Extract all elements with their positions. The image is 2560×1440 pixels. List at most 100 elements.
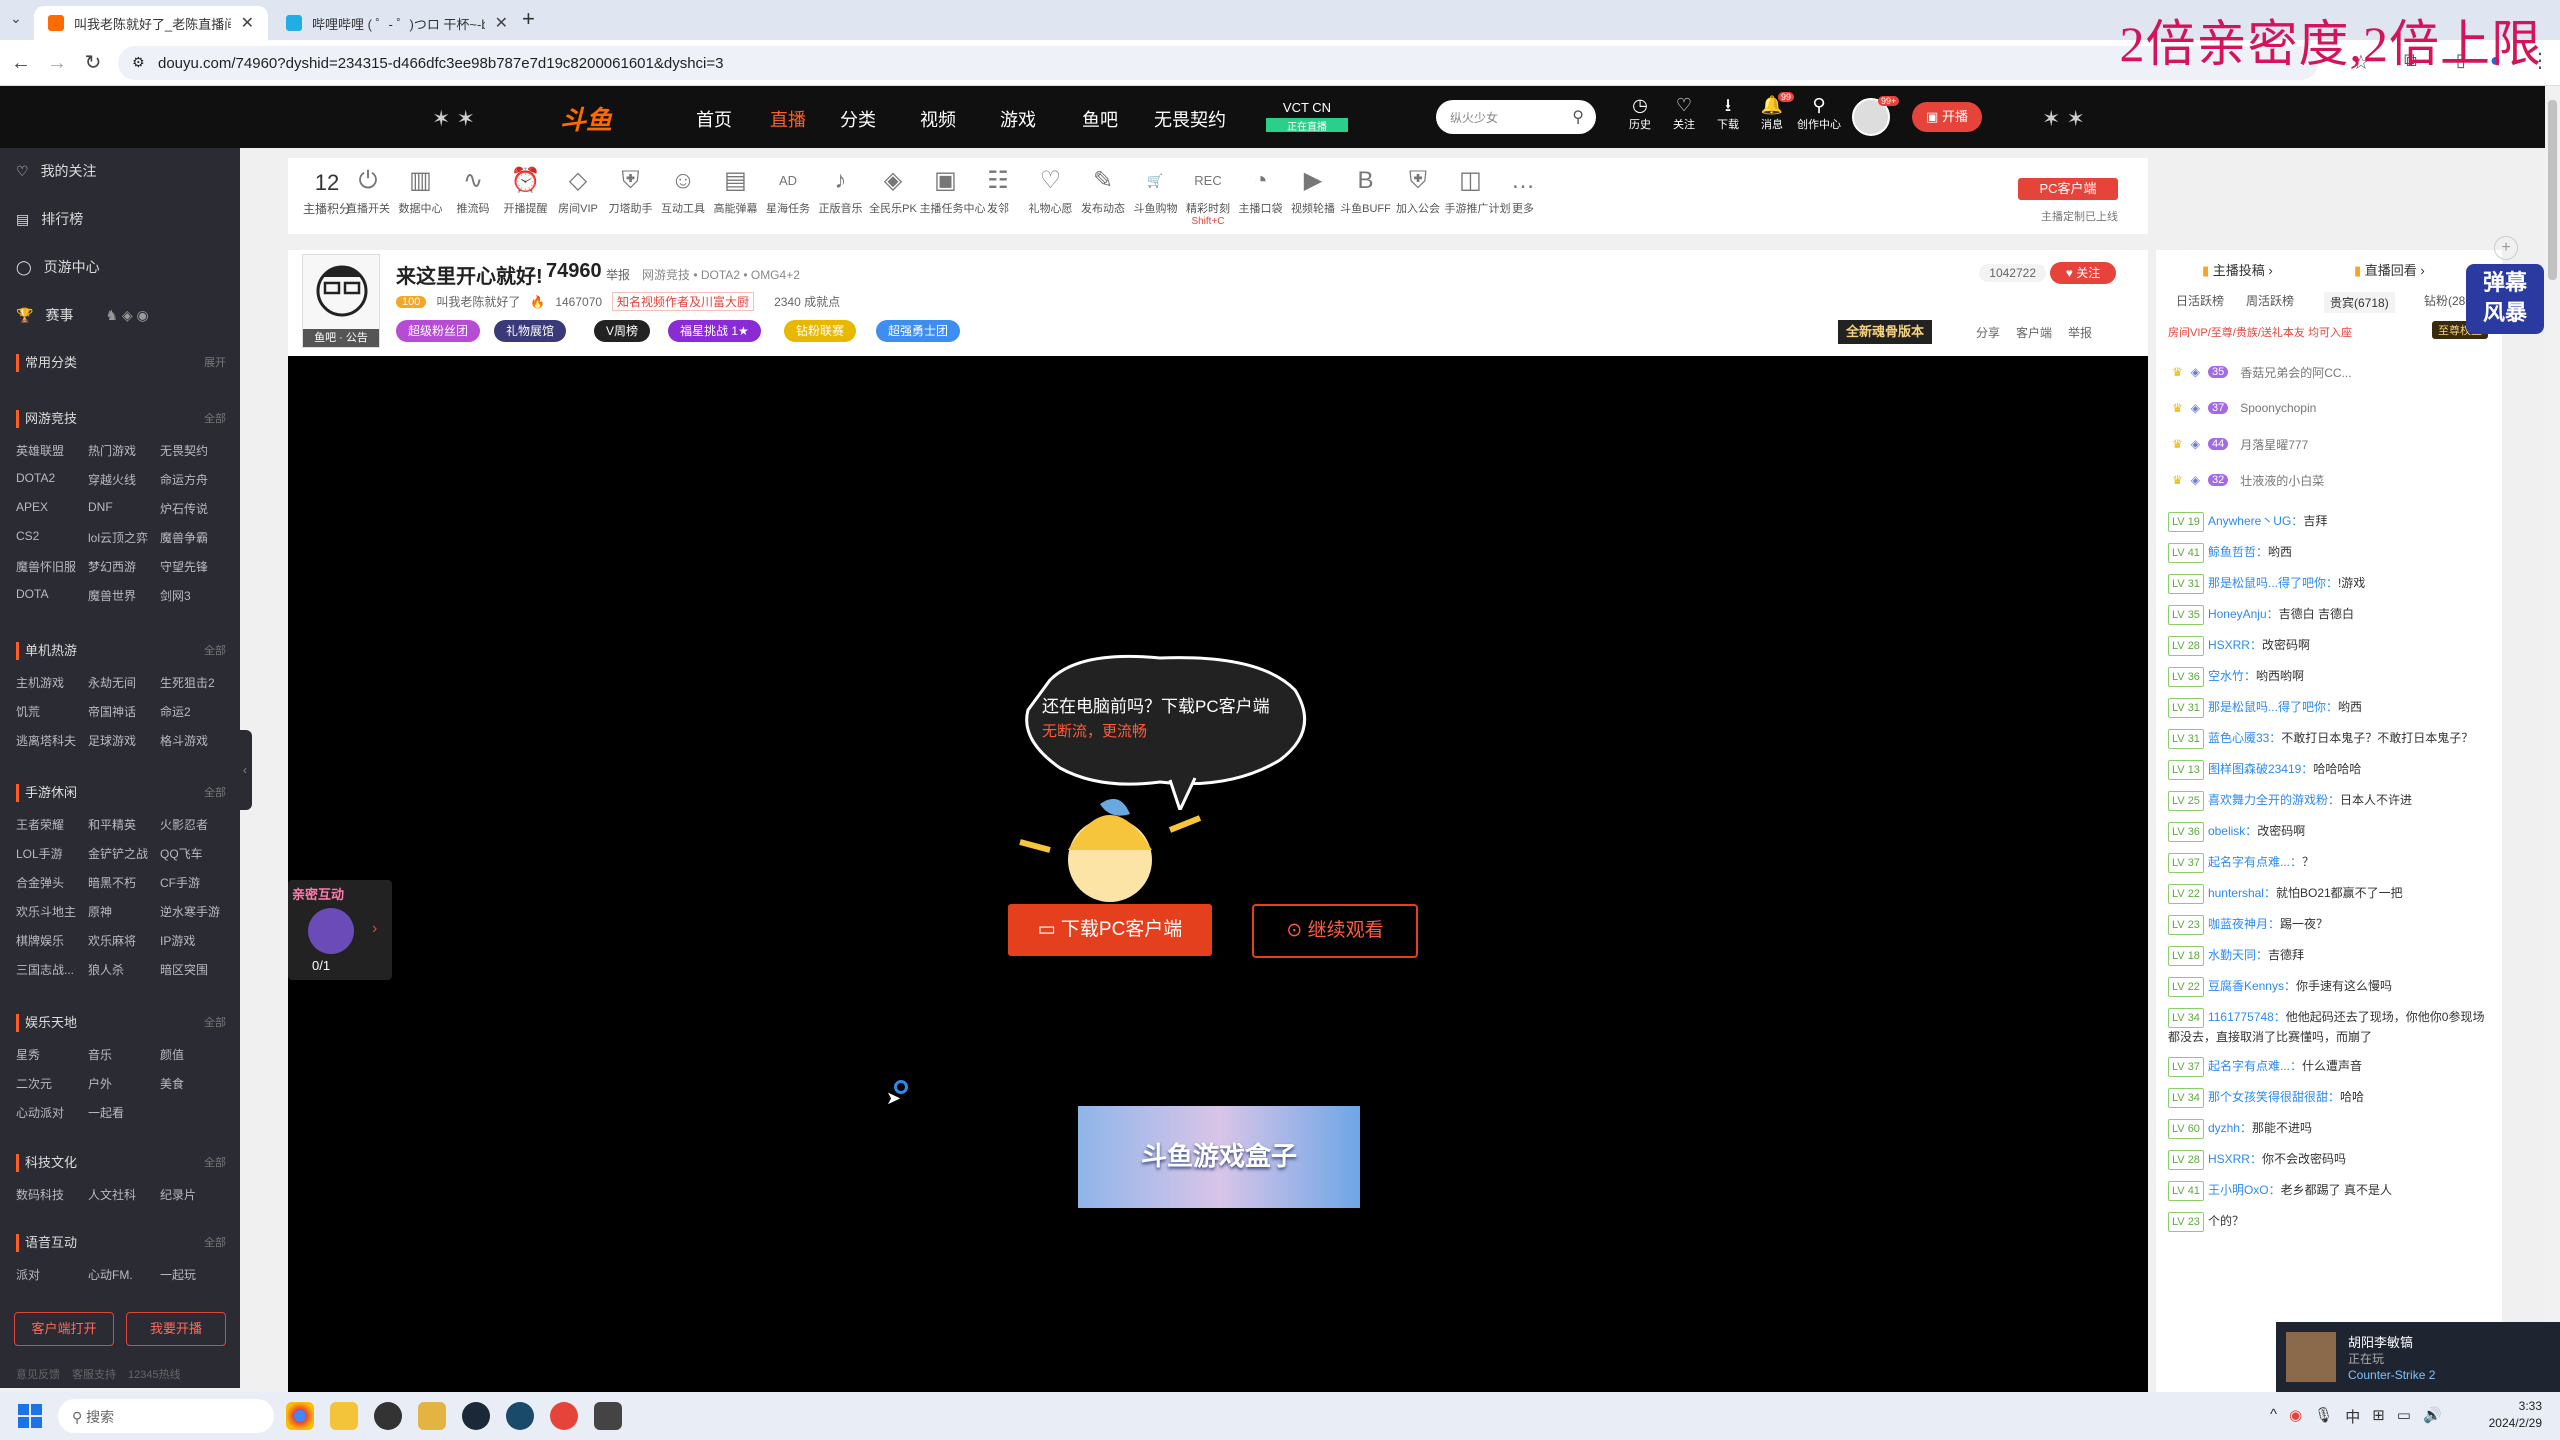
category-item[interactable]: 派对 xyxy=(16,1266,88,1283)
category-item[interactable]: 王者荣耀 xyxy=(16,816,88,833)
chat-username[interactable]: 王小明OxO： xyxy=(2208,1183,2281,1197)
windows-start-icon[interactable] xyxy=(18,1404,42,1428)
message-button[interactable]: 🔔 消息 99 xyxy=(1752,92,1795,132)
chat-username[interactable]: 鲸鱼哲哲： xyxy=(2208,545,2268,559)
douyu-logo[interactable]: 斗鱼 xyxy=(560,100,612,137)
chat-username[interactable]: HSXRR： xyxy=(2208,638,2262,652)
badge-superfan[interactable]: 超级粉丝团 xyxy=(396,320,481,342)
tool-music[interactable]: ♪ 正版音乐 xyxy=(815,166,867,216)
all-link[interactable]: 全部 xyxy=(204,410,226,426)
category-item[interactable]: 命运方舟 xyxy=(160,471,226,488)
category-item[interactable]: CF手游 xyxy=(160,874,226,891)
support-link[interactable]: 客服支持 xyxy=(72,1366,116,1382)
vct-live-banner[interactable]: VCT CN 正在直播 xyxy=(1266,100,1348,134)
tool-power-toggle[interactable]: ⏻ 直播开关 xyxy=(342,166,394,216)
pc-client-button[interactable]: PC客户端 xyxy=(2018,178,2118,200)
nav-game[interactable]: 游戏 xyxy=(1000,106,1036,132)
nav-video[interactable]: 视频 xyxy=(920,106,956,132)
tool-video-loop[interactable]: ▶ 视频轮播 xyxy=(1287,166,1339,216)
all-link[interactable]: 全部 xyxy=(204,1014,226,1030)
tab-weekly[interactable]: 周活跃榜 xyxy=(2246,292,2294,309)
rank-row[interactable]: ♛ ◈ 44 月落星曜777 xyxy=(2172,426,2492,462)
sidebar-collapse-handle[interactable]: ‹ xyxy=(238,730,252,810)
category-item[interactable]: IP游戏 xyxy=(160,932,226,949)
chat-username[interactable]: HSXRR： xyxy=(2208,1152,2262,1166)
tool-buff[interactable]: B 斗鱼BUFF xyxy=(1340,166,1392,216)
steam-icon[interactable] xyxy=(462,1402,490,1430)
sidebar-item-esports[interactable]: 🏆 赛事 ♞ ◈ ◉ xyxy=(16,300,149,330)
category-item[interactable]: 逆水寒手游 xyxy=(160,903,226,920)
start-broadcast-button[interactable]: ▣ 开播 xyxy=(1912,102,1982,132)
category-item[interactable]: 狼人杀 xyxy=(88,961,160,978)
video-player[interactable] xyxy=(288,356,2148,1396)
nav-live[interactable]: 直播 xyxy=(770,106,806,132)
category-item[interactable]: 穿越火线 xyxy=(88,471,160,488)
chat-username[interactable]: 那是松鼠吗...得了吧你： xyxy=(2208,700,2338,714)
expand-link[interactable]: 展开 xyxy=(204,354,226,370)
open-client-button[interactable]: 客户端打开 xyxy=(14,1312,114,1346)
tool-edit-post[interactable]: ✎ 发布动态 xyxy=(1077,166,1129,216)
rank-row[interactable]: ♛ ◈ 35 香菇兄弟会的阿CC... xyxy=(2172,354,2492,390)
site-info-icon[interactable]: ⚙ xyxy=(132,54,145,71)
close-tab-icon[interactable]: ✕ xyxy=(241,13,254,33)
game-box-ad-banner[interactable]: 斗鱼游戏盒子 xyxy=(1078,1106,1360,1208)
category-item[interactable]: 格斗游戏 xyxy=(160,732,226,749)
category-item[interactable]: 暗黑不朽 xyxy=(88,874,160,891)
chat-username[interactable]: 空水竹： xyxy=(2208,669,2256,683)
contribute-link[interactable]: ▮ 主播投稿 › xyxy=(2202,260,2273,279)
netease-music-icon[interactable] xyxy=(550,1402,578,1430)
category-item[interactable]: 逃离塔科夫 xyxy=(16,732,88,749)
scrollbar-thumb[interactable] xyxy=(2548,100,2557,280)
category-item[interactable]: 剑网3 xyxy=(160,587,226,604)
app-icon[interactable] xyxy=(374,1402,402,1430)
category-item[interactable]: 心动派对 xyxy=(16,1104,88,1121)
intimacy-interaction-widget[interactable]: 亲密互动 0/1 › xyxy=(288,880,392,980)
steam-notification[interactable]: 胡阳李敏镐 正在玩 Counter-Strike 2 xyxy=(2276,1322,2560,1392)
nav-category[interactable]: 分类 xyxy=(840,106,876,132)
tool-dota-helper[interactable]: ⛨ 刀塔助手 xyxy=(605,166,657,216)
app-icon[interactable] xyxy=(594,1402,622,1430)
search-icon[interactable]: ⚲ xyxy=(1572,107,1584,127)
chat-username[interactable]: 图样图森破23419： xyxy=(2208,762,2313,776)
tool-people[interactable]: ☷ 发邻 xyxy=(972,166,1024,216)
share-link[interactable]: 分享 xyxy=(1976,324,2000,341)
category-item[interactable]: 足球游戏 xyxy=(88,732,160,749)
category-item[interactable]: 合金弹头 xyxy=(16,874,88,891)
mic-icon[interactable]: 🎙 xyxy=(2314,1406,2333,1427)
chat-username[interactable]: 豆腐香Kennys： xyxy=(2208,979,2296,993)
taskbar-search[interactable]: ⚲ 搜索 xyxy=(58,1399,274,1433)
file-explorer-icon[interactable] xyxy=(330,1402,358,1430)
chrome-icon[interactable] xyxy=(286,1402,314,1430)
category-item[interactable]: 和平精英 xyxy=(88,816,160,833)
tool-interact-tool[interactable]: ☺ 互动工具 xyxy=(657,166,709,216)
category-item[interactable]: 英雄联盟 xyxy=(16,442,88,459)
category-item[interactable]: 帝国神话 xyxy=(88,703,160,720)
hotline-link[interactable]: 12345热线 xyxy=(128,1366,181,1382)
chat-username[interactable]: dyzhh： xyxy=(2208,1121,2252,1135)
category-item[interactable]: 魔兽争霸 xyxy=(160,529,226,546)
category-item[interactable]: 金铲铲之战 xyxy=(88,845,160,862)
download-client-button[interactable]: ▭ 下载PC客户端 xyxy=(1008,904,1212,956)
category-item[interactable]: 永劫无间 xyxy=(88,674,160,691)
new-tab-button[interactable]: + xyxy=(522,6,535,32)
league-logos-icon[interactable]: ♞ ◈ ◉ xyxy=(105,307,148,324)
creator-button[interactable]: ⚲ 创作中心 xyxy=(1796,94,1842,132)
badge-gift-hall[interactable]: 礼物展馆 xyxy=(494,320,567,342)
close-tab-icon[interactable]: ✕ xyxy=(495,13,508,33)
chat-username[interactable]: 咖蓝夜神月： xyxy=(2208,917,2280,931)
tool-record[interactable]: REC 精彩时刻 Shift+C xyxy=(1182,166,1234,227)
add-plus-icon[interactable]: + xyxy=(2494,236,2518,260)
badge-warrior[interactable]: 超强勇士团 xyxy=(876,320,961,342)
tool-more[interactable]: … 更多 xyxy=(1497,166,1549,216)
client-link[interactable]: 客户端 xyxy=(2016,324,2052,341)
badge-vweek[interactable]: V周榜 xyxy=(594,320,651,342)
category-item[interactable]: 星秀 xyxy=(16,1046,88,1063)
category-item[interactable]: 暗区突围 xyxy=(160,961,226,978)
follow-button[interactable]: ♥ 关注 xyxy=(2050,262,2116,284)
expand-arrow-icon[interactable]: › xyxy=(372,920,377,938)
tab-search-icon[interactable]: ⌄ xyxy=(10,10,22,27)
start-live-button[interactable]: 我要开播 xyxy=(126,1312,226,1346)
replay-link[interactable]: ▮ 直播回看 › xyxy=(2354,260,2425,279)
browser-tab-active[interactable]: 叫我老陈就好了_老陈直播间74 ✕ xyxy=(34,6,268,40)
category-item[interactable]: 心动FM. xyxy=(88,1266,160,1283)
